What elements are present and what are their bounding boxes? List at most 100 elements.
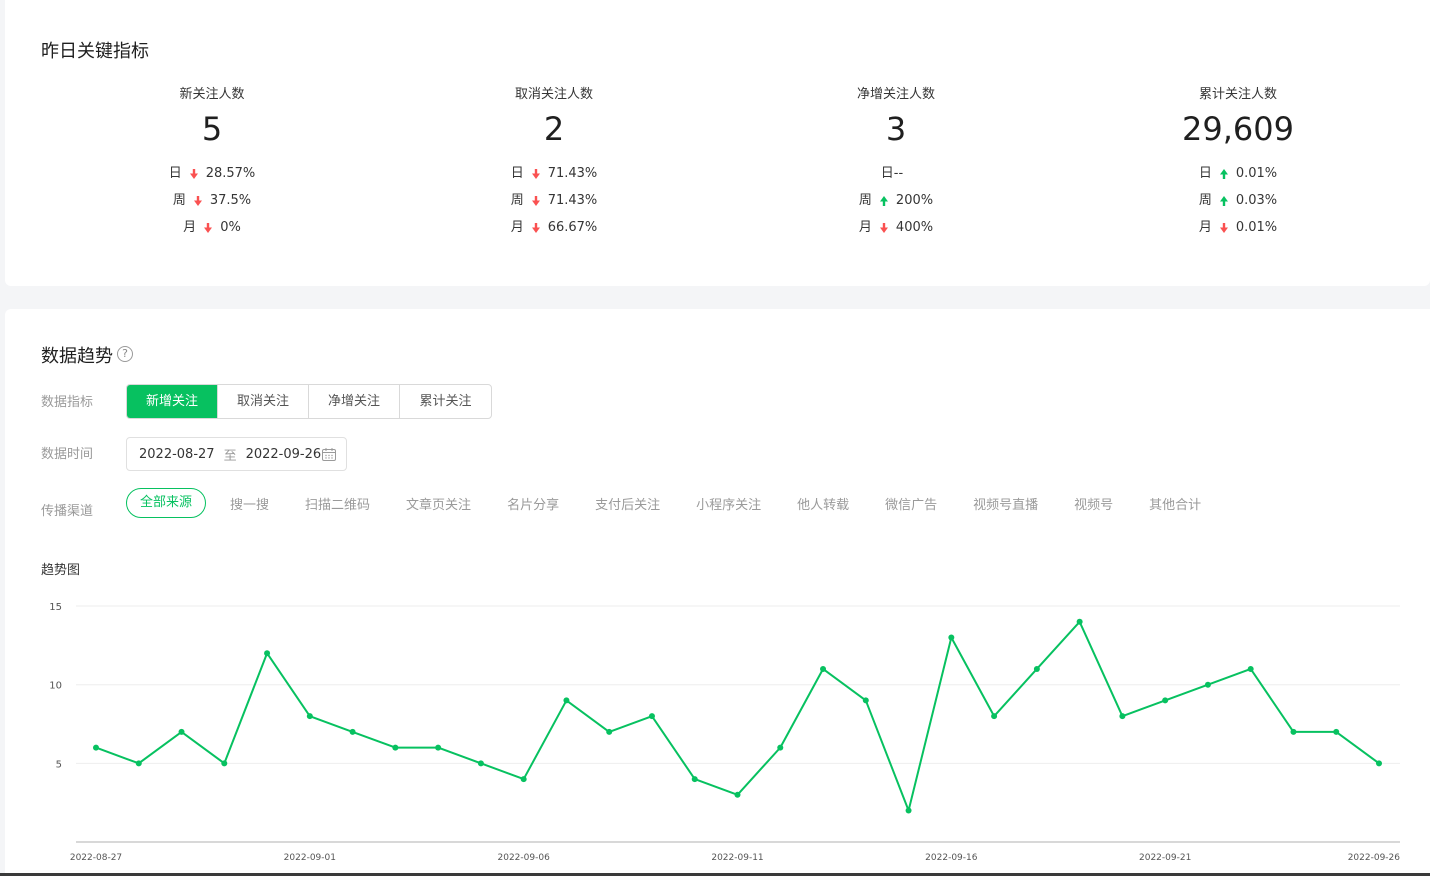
- metric-button[interactable]: 累计关注: [400, 385, 491, 418]
- channel-tab[interactable]: 视频号: [1074, 494, 1113, 513]
- channel-tab[interactable]: 他人转载: [797, 494, 849, 513]
- data-point: [1162, 697, 1169, 704]
- period-label: 日: [510, 166, 524, 181]
- channel-tab[interactable]: 支付后关注: [595, 494, 660, 513]
- kpi-change-row: 月 66.67%: [404, 214, 704, 241]
- period-label: 日: [1198, 166, 1212, 181]
- arrow-down-icon: [193, 195, 202, 206]
- y-tick-label: 10: [49, 681, 62, 692]
- key-metrics-title: 昨日关键指标: [41, 41, 149, 62]
- help-icon[interactable]: ?: [117, 346, 133, 362]
- period-label: 日: [168, 166, 182, 181]
- period-label: 日--: [880, 166, 904, 181]
- arrow-up-icon: [1219, 168, 1228, 179]
- kpi-change-row: 周 200%: [746, 187, 1046, 214]
- data-point: [734, 791, 741, 798]
- data-point: [948, 634, 955, 641]
- change-value: 71.43%: [547, 166, 598, 181]
- x-tick-label: 2022-08-27: [70, 853, 122, 863]
- data-point: [135, 760, 142, 767]
- channel-tab[interactable]: 小程序关注: [696, 494, 761, 513]
- period-label: 月: [1198, 220, 1212, 235]
- date-from: 2022-08-27: [139, 446, 215, 462]
- channel-tab[interactable]: 全部来源: [126, 488, 207, 518]
- channel-tab[interactable]: 视频号直播: [973, 494, 1038, 513]
- period-label: 月: [183, 220, 197, 235]
- data-point: [777, 744, 784, 751]
- kpi-change-row: 月 0%: [62, 214, 362, 241]
- trend-title: 数据趋势: [41, 346, 113, 367]
- change-value: 0.01%: [1235, 166, 1278, 181]
- data-point: [520, 776, 527, 783]
- x-tick-label: 2022-09-21: [1139, 853, 1191, 863]
- data-point: [306, 713, 313, 720]
- change-value: 28.57%: [205, 166, 256, 181]
- kpi-change-row: 日 28.57%: [62, 160, 362, 187]
- chart-title: 趋势图: [41, 563, 81, 578]
- kpi-change-row: 日--: [746, 160, 1046, 187]
- metric-button[interactable]: 取消关注: [218, 385, 309, 418]
- data-point: [606, 728, 613, 735]
- channel-tab[interactable]: 其他合计: [1149, 494, 1201, 513]
- change-value: 37.5%: [209, 193, 252, 208]
- arrow-up-icon: [879, 195, 888, 206]
- arrow-down-icon: [1219, 222, 1228, 233]
- date-separator: 至: [223, 448, 237, 464]
- data-point: [1119, 713, 1126, 720]
- channel-tab[interactable]: 微信广告: [885, 494, 937, 513]
- period-label: 月: [858, 220, 872, 235]
- y-tick-label: 15: [49, 602, 62, 613]
- data-point: [221, 760, 228, 767]
- arrow-down-icon: [531, 222, 540, 233]
- kpi-value: 3: [885, 110, 907, 148]
- arrow-down-icon: [879, 222, 888, 233]
- metric-selector: 新增关注 取消关注 净增关注 累计关注: [126, 384, 492, 419]
- kpi-change-row: 周 71.43%: [404, 187, 704, 214]
- change-value: 71.43%: [547, 193, 598, 208]
- time-label: 数据时间: [41, 447, 94, 462]
- change-value: 0.01%: [1235, 220, 1278, 235]
- change-value: 0%: [220, 220, 241, 235]
- date-range-picker[interactable]: 2022-08-27 至 2022-09-26: [126, 437, 347, 471]
- kpi-change-row: 月 400%: [746, 214, 1046, 241]
- arrow-down-icon: [531, 168, 540, 179]
- x-tick-label: 2022-09-16: [925, 853, 978, 863]
- kpi-block: 累计关注人数 29,609 日 0.01% 周 0.03% 月 0.01%: [1088, 86, 1388, 241]
- data-point: [1076, 618, 1083, 625]
- channel-tab[interactable]: 文章页关注: [406, 494, 471, 513]
- metric-button[interactable]: 净增关注: [309, 385, 400, 418]
- period-label: 周: [858, 193, 872, 208]
- x-tick-label: 2022-09-11: [711, 853, 763, 863]
- arrow-down-icon: [204, 222, 213, 233]
- data-point: [1033, 665, 1040, 672]
- kpi-change-row: 周 0.03%: [1088, 187, 1388, 214]
- kpi-value: 5: [201, 110, 223, 148]
- data-point: [349, 728, 356, 735]
- period-label: 月: [510, 220, 524, 235]
- data-point: [820, 665, 827, 672]
- change-value: 0.03%: [1235, 193, 1278, 208]
- kpi-change-row: 日 0.01%: [1088, 160, 1388, 187]
- period-label: 周: [510, 193, 524, 208]
- channel-tab[interactable]: 搜一搜: [230, 494, 269, 513]
- channel-tab[interactable]: 名片分享: [507, 494, 559, 513]
- series-line: [95, 620, 1380, 812]
- metric-button[interactable]: 新增关注: [127, 385, 218, 418]
- channel-tab[interactable]: 扫描二维码: [305, 494, 370, 513]
- data-point: [392, 744, 399, 751]
- data-point: [1333, 728, 1340, 735]
- kpi-block: 取消关注人数 2 日 71.43% 周 71.43% 月 66.67%: [404, 86, 704, 241]
- kpi-block: 新关注人数 5 日 28.57% 周 37.5% 月 0%: [62, 86, 362, 241]
- data-point: [1247, 665, 1254, 672]
- metric-label: 数据指标: [41, 395, 94, 410]
- kpi-label: 净增关注人数: [856, 87, 935, 102]
- period-label: 周: [1198, 193, 1212, 208]
- channel-tabs: 全部来源 搜一搜 扫描二维码 文章页关注 名片分享 支付后关注 小程序关注 他人转载 微信广告 视…: [126, 488, 1237, 518]
- kpi-block: 净增关注人数 3 日-- 周 200% 月 400%: [746, 86, 1046, 241]
- kpi-change-row: 周 37.5%: [62, 187, 362, 214]
- calendar-icon[interactable]: [322, 448, 336, 461]
- data-point: [691, 776, 698, 783]
- data-point: [477, 760, 484, 767]
- data-point: [178, 728, 185, 735]
- period-label: 周: [172, 193, 186, 208]
